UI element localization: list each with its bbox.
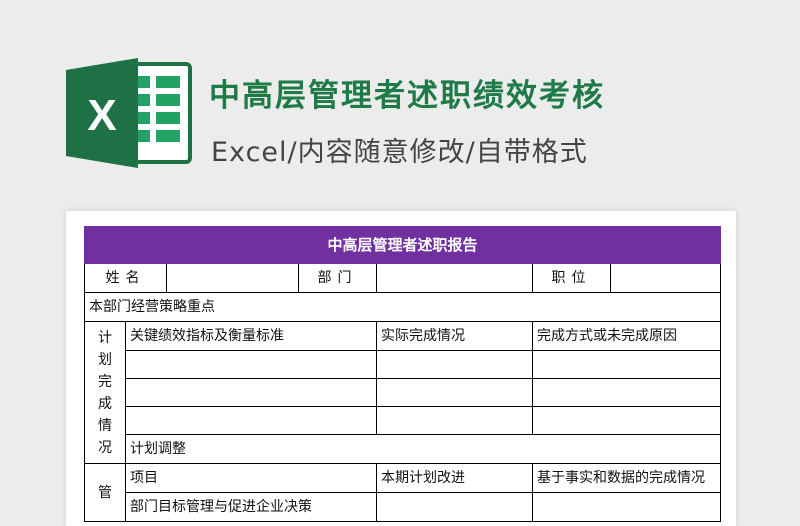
mgmt-header-item: 项目 xyxy=(125,463,377,493)
plan-header-kpi: 关键绩效指标及衡量标准 xyxy=(125,321,377,351)
page-title: 中高层管理者述职绩效考核 xyxy=(209,78,605,114)
dept-value-cell[interactable] xyxy=(376,263,533,293)
plan-cell[interactable] xyxy=(125,406,377,435)
position-value-cell[interactable] xyxy=(609,263,722,293)
position-label: 职位 xyxy=(532,263,611,293)
plan-adjust-row: 计划调整 xyxy=(85,434,722,464)
strategy-label: 本部门经营策略重点 xyxy=(83,292,722,322)
plan-cell[interactable] xyxy=(376,406,533,435)
plan-cell[interactable] xyxy=(125,378,377,407)
plan-cell[interactable] xyxy=(376,378,533,407)
plan-row xyxy=(85,350,722,379)
report-title-row: 中高层管理者述职报告 xyxy=(83,226,722,264)
mgmt-row-label: 部门目标管理与促进企业决策 xyxy=(125,492,377,522)
dept-label: 部门 xyxy=(298,263,377,293)
plan-cell[interactable] xyxy=(125,350,377,379)
mgmt-cell[interactable] xyxy=(531,492,722,522)
mgmt-cell[interactable] xyxy=(376,492,533,522)
report-title: 中高层管理者述职报告 xyxy=(83,226,722,264)
mgmt-row: 部门目标管理与促进企业决策 xyxy=(85,492,722,522)
plan-cell[interactable] xyxy=(376,350,533,379)
logo-letter: X xyxy=(87,91,116,140)
plan-header-actual: 实际完成情况 xyxy=(376,321,533,351)
mgmt-header-row: 管 项目 本期计划改进 基于事实和数据的完成情况 xyxy=(84,463,722,522)
plan-section-label: 计划完成情况 xyxy=(84,321,126,464)
excel-logo-icon: X xyxy=(66,58,192,168)
plan-cell[interactable] xyxy=(531,406,722,435)
info-row: 姓名 部门 职位 xyxy=(84,263,722,293)
plan-row xyxy=(85,406,722,435)
plan-header-row: 计划完成情况 关键绩效指标及衡量标准 实际完成情况 完成方式或未完成原因 xyxy=(84,321,722,464)
plan-cell[interactable] xyxy=(531,378,722,407)
plan-adjust-label: 计划调整 xyxy=(124,434,722,464)
name-label: 姓名 xyxy=(84,263,167,293)
report-table: 中高层管理者述职报告 姓名 部门 职位 本部门经营策略重点 计划完成情况 关键绩… xyxy=(83,226,722,522)
plan-header-method: 完成方式或未完成原因 xyxy=(531,321,722,351)
mgmt-header-result: 基于事实和数据的完成情况 xyxy=(531,463,722,493)
mgmt-section-label: 管 xyxy=(84,463,126,522)
mgmt-header-plan: 本期计划改进 xyxy=(376,463,533,493)
plan-cell[interactable] xyxy=(531,350,722,379)
name-value-cell[interactable] xyxy=(166,263,299,293)
strategy-row: 本部门经营策略重点 xyxy=(83,292,722,322)
page-subtitle: Excel/内容随意修改/自带格式 xyxy=(211,137,588,168)
plan-row xyxy=(85,378,722,407)
